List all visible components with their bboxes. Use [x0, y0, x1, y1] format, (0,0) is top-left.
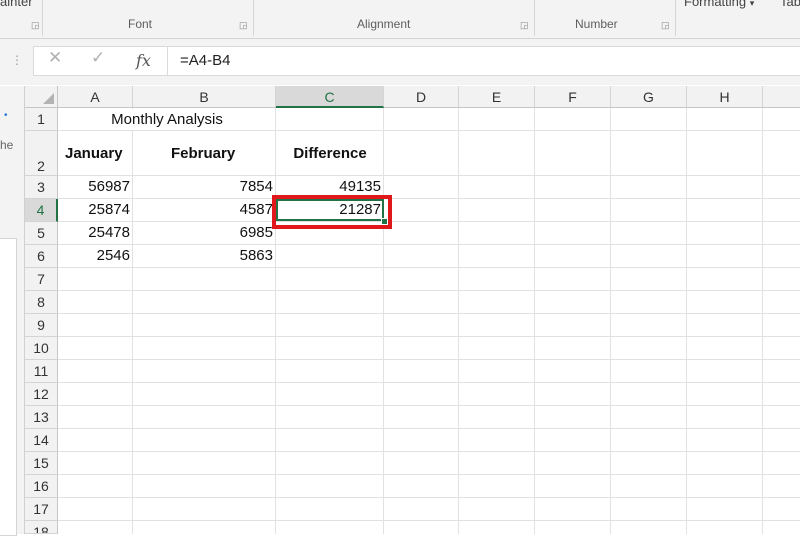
row-header-9[interactable]: 9: [25, 314, 58, 337]
cancel-icon[interactable]: ✕: [48, 48, 62, 68]
ribbon-separator: [253, 0, 254, 36]
gridline: [686, 108, 687, 534]
clipboard-dialog-launcher-icon[interactable]: ◲: [31, 20, 40, 31]
column-header-h[interactable]: H: [687, 86, 763, 108]
column-header-i[interactable]: [763, 86, 800, 108]
enter-check-icon[interactable]: ✓: [91, 48, 105, 68]
row-header-16[interactable]: 16: [25, 475, 58, 498]
gridline: [383, 108, 384, 534]
row-header-14[interactable]: 14: [25, 429, 58, 452]
font-group-label: Font: [128, 17, 153, 31]
row-header-17[interactable]: 17: [25, 498, 58, 521]
row-header-10[interactable]: 10: [25, 337, 58, 360]
gridline: [58, 221, 800, 222]
name-box-resize-handle-icon[interactable]: ⋮: [11, 53, 23, 67]
cell-b5[interactable]: 6985: [133, 224, 273, 241]
column-header-d[interactable]: D: [384, 86, 459, 108]
gridline: [58, 130, 800, 131]
cell-a5[interactable]: 25478: [58, 224, 130, 241]
format-as-table-button[interactable]: Tab: [780, 0, 800, 9]
conditional-formatting-label: Formatting: [684, 0, 747, 9]
row-header-13[interactable]: 13: [25, 406, 58, 429]
row-header-2[interactable]: 2: [25, 131, 58, 176]
alignment-group-label: Alignment: [357, 17, 411, 31]
select-all-triangle-icon: [43, 93, 54, 104]
gridline: [58, 405, 800, 406]
alignment-dialog-launcher-icon[interactable]: ◲: [520, 20, 529, 31]
number-group-label: Number: [575, 17, 618, 31]
column-header-a[interactable]: A: [58, 86, 133, 108]
clipboard-group-fragment[interactable]: ainter: [0, 0, 33, 9]
cell-a1-title[interactable]: Monthly Analysis: [58, 111, 276, 128]
formula-bar-area: ⋮ ✕ ✓ fx =A4-B4: [0, 39, 800, 85]
gridline: [58, 198, 800, 199]
number-dialog-launcher-icon[interactable]: ◲: [661, 20, 670, 31]
gridline: [58, 497, 800, 498]
gridline: [58, 474, 800, 475]
pane-content-box: [0, 238, 17, 536]
formula-bar-divider: [167, 47, 168, 75]
column-header-f[interactable]: F: [535, 86, 611, 108]
column-header-g[interactable]: G: [611, 86, 687, 108]
select-all-button[interactable]: [25, 86, 58, 108]
cell-b2-header[interactable]: February: [171, 145, 235, 162]
gridline: [58, 267, 800, 268]
side-pane: • he: [0, 86, 25, 536]
gridline: [458, 108, 459, 534]
row-header-3[interactable]: 3: [25, 176, 58, 199]
row-header-12[interactable]: 12: [25, 383, 58, 406]
conditional-formatting-button[interactable]: Formatting ▾: [684, 0, 754, 9]
gridline: [58, 336, 800, 337]
annotation-highlight-box: [272, 195, 392, 229]
ribbon-separator: [675, 0, 676, 36]
row-header-4[interactable]: 4: [25, 199, 58, 222]
gridline: [58, 313, 800, 314]
gridline: [58, 451, 800, 452]
gridline: [58, 359, 800, 360]
ribbon-separator: [42, 0, 43, 36]
gridline: [610, 108, 611, 534]
gridline: [58, 244, 800, 245]
gridline: [762, 108, 763, 534]
row-header-18[interactable]: 18: [25, 521, 58, 534]
formula-input[interactable]: =A4-B4: [180, 52, 230, 69]
pane-text-fragment: he: [0, 138, 14, 152]
cell-b3[interactable]: 7854: [133, 178, 273, 195]
formula-bar: ✕ ✓ fx =A4-B4: [33, 46, 800, 76]
ribbon-separator: [534, 0, 535, 36]
cell-b4[interactable]: 4587: [133, 201, 273, 218]
gridline: [534, 108, 535, 534]
insert-function-icon[interactable]: fx: [136, 51, 151, 70]
cell-a3[interactable]: 56987: [58, 178, 130, 195]
row-header-5[interactable]: 5: [25, 222, 58, 245]
cell-a2-header[interactable]: January: [65, 145, 123, 162]
row-header-15[interactable]: 15: [25, 452, 58, 475]
font-dialog-launcher-icon[interactable]: ◲: [239, 20, 248, 31]
row-header-6[interactable]: 6: [25, 245, 58, 268]
row-header-11[interactable]: 11: [25, 360, 58, 383]
gridline: [58, 290, 800, 291]
spreadsheet-grid[interactable]: A B C D E F G H 1 2 3 4 5 6 7 8 9 10 11 …: [25, 86, 800, 534]
column-header-b[interactable]: B: [133, 86, 276, 108]
column-header-e[interactable]: E: [459, 86, 535, 108]
gridline: [132, 108, 133, 534]
cell-c2-header[interactable]: Difference: [276, 145, 384, 162]
gridline: [275, 108, 276, 534]
gridline: [58, 382, 800, 383]
chevron-down-icon: ▾: [749, 0, 755, 8]
gridline: [58, 175, 800, 176]
column-header-c[interactable]: C: [276, 86, 384, 108]
gridline: [58, 428, 800, 429]
cell-a4[interactable]: 25874: [58, 201, 130, 218]
cell-a6[interactable]: 2546: [58, 247, 130, 264]
ribbon: ainter ◲ Font ◲ Alignment ◲ Number ◲ For…: [0, 0, 800, 39]
row-header-7[interactable]: 7: [25, 268, 58, 291]
gridline: [58, 520, 800, 521]
cell-c3[interactable]: 49135: [276, 178, 381, 195]
cell-b6[interactable]: 5863: [133, 247, 273, 264]
row-header-8[interactable]: 8: [25, 291, 58, 314]
row-header-1[interactable]: 1: [25, 108, 58, 131]
pane-dot-icon: •: [4, 110, 8, 121]
